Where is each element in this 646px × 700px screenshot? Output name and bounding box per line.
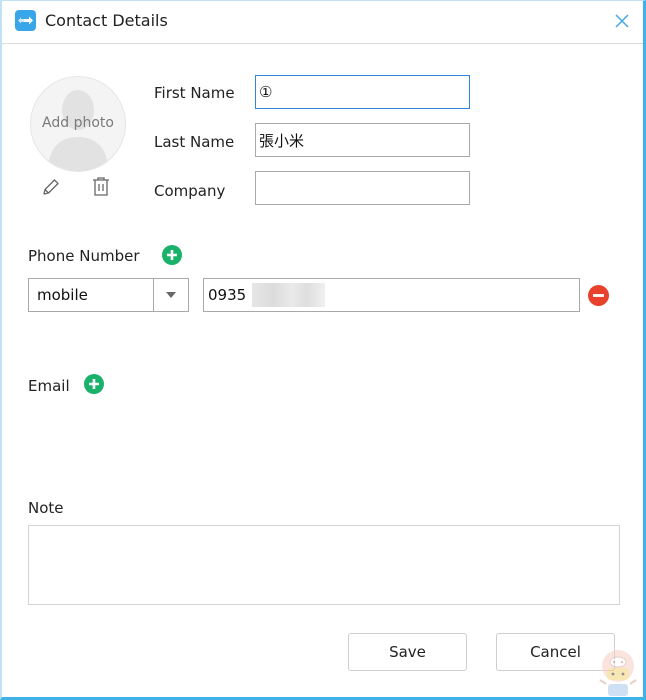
edit-photo-button[interactable]	[41, 177, 61, 197]
contact-details-dialog: Contact Details Add photo First Name Las…	[0, 0, 646, 700]
save-button[interactable]: Save	[348, 633, 467, 671]
last-name-input[interactable]	[255, 123, 470, 157]
first-name-label: First Name	[154, 84, 235, 102]
add-photo-label: Add photo	[42, 115, 114, 131]
close-icon	[615, 14, 629, 28]
obscured-number-blur	[252, 283, 325, 307]
email-label: Email	[28, 377, 70, 395]
remove-phone-button[interactable]	[588, 285, 609, 306]
plus-circle-icon	[84, 374, 104, 394]
first-name-input[interactable]	[255, 75, 470, 109]
phone-number-value: 0935	[208, 286, 247, 304]
company-input[interactable]	[255, 171, 470, 205]
note-label: Note	[28, 499, 64, 517]
plus-circle-icon	[162, 245, 182, 265]
pencil-icon	[43, 179, 59, 195]
mascot-watermark-icon	[599, 650, 637, 696]
select-divider	[153, 279, 154, 311]
last-name-label: Last Name	[154, 133, 235, 151]
note-textarea[interactable]	[28, 525, 620, 605]
delete-photo-button[interactable]	[91, 176, 111, 197]
trash-icon	[93, 177, 109, 196]
add-email-button[interactable]	[84, 374, 104, 394]
add-photo-button[interactable]: Add photo	[30, 76, 126, 172]
phone-type-select[interactable]: mobile	[28, 278, 189, 312]
window-title: Contact Details	[45, 11, 168, 30]
phone-number-input[interactable]: 0935	[203, 278, 580, 312]
company-label: Company	[154, 182, 226, 200]
add-phone-button[interactable]	[162, 245, 182, 265]
title-bar: Contact Details	[2, 1, 643, 44]
close-button[interactable]	[613, 12, 631, 30]
phone-number-label: Phone Number	[28, 247, 140, 265]
minus-circle-icon	[588, 285, 609, 306]
phone-type-value: mobile	[37, 286, 88, 304]
chevron-down-icon	[166, 292, 176, 298]
app-arrow-icon	[15, 10, 36, 31]
